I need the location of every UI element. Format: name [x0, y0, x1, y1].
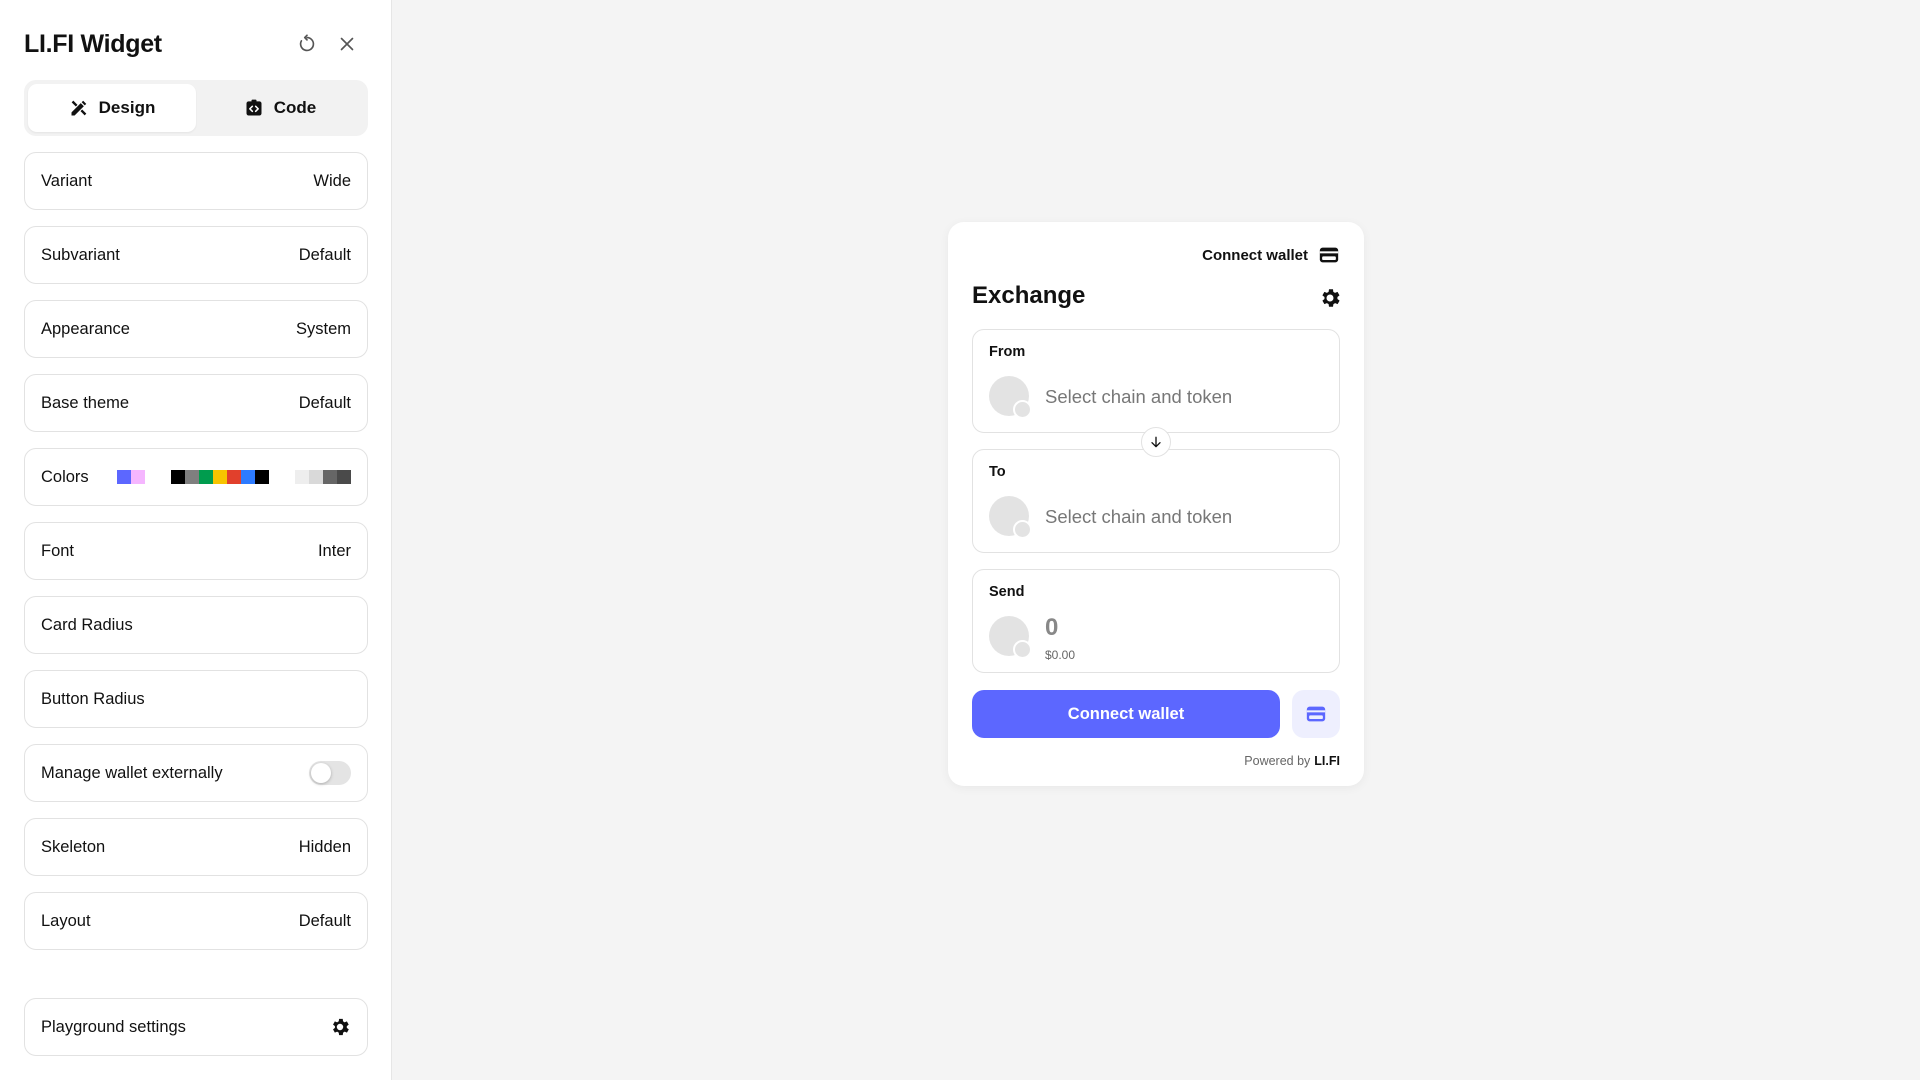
sidebar-title: LI.FI Widget [24, 29, 162, 58]
option-card-radius[interactable]: Card Radius [24, 596, 368, 654]
reset-icon [299, 34, 315, 52]
option-value: Default [298, 245, 351, 264]
from-token-card[interactable]: From Select chain and token [972, 329, 1340, 433]
option-label: Colors [41, 467, 89, 486]
color-swatch [323, 470, 337, 484]
connect-wallet-header-label: Connect wallet [1202, 246, 1308, 264]
color-swatch [295, 470, 309, 484]
send-amount-input[interactable]: 0 [1045, 614, 1058, 642]
wallet-button[interactable] [1292, 690, 1340, 738]
option-label: Button Radius [41, 689, 145, 708]
close-icon [340, 37, 354, 51]
option-label: Manage wallet externally [41, 763, 223, 782]
option-font[interactable]: Font Inter [24, 522, 368, 580]
brand-logo: LI.FI [1314, 754, 1340, 768]
option-variant[interactable]: Variant Wide [24, 152, 368, 210]
color-swatch [131, 470, 145, 484]
send-token-avatar [989, 616, 1032, 659]
option-value: System [295, 319, 351, 338]
color-swatch [227, 470, 241, 484]
option-label: Card Radius [41, 615, 133, 634]
sidebar: LI.FI Widget Design Code Variant Wide Su… [0, 0, 392, 1080]
tab-code-label: Code [273, 98, 317, 117]
color-swatch [185, 470, 199, 484]
tab-code[interactable]: Code [196, 84, 364, 132]
color-swatch [213, 470, 227, 484]
color-swatch [199, 470, 213, 484]
option-appearance[interactable]: Appearance System [24, 300, 368, 358]
tab-bar: Design Code [24, 80, 368, 136]
widget-title: Exchange [972, 282, 1086, 309]
color-swatches [117, 470, 351, 484]
to-label: To [989, 464, 1006, 480]
option-subvariant[interactable]: Subvariant Default [24, 226, 368, 284]
reset-button[interactable] [287, 24, 327, 64]
option-label: Subvariant [41, 245, 120, 264]
option-value: Default [298, 393, 351, 412]
tab-design-label: Design [98, 98, 156, 117]
sidebar-header: LI.FI Widget [24, 24, 367, 64]
toggle-knob [311, 763, 331, 783]
from-token-avatar [989, 376, 1032, 419]
to-token-card[interactable]: To Select chain and token [972, 449, 1340, 553]
settings-gear-icon[interactable] [1318, 286, 1342, 310]
send-label: Send [989, 584, 1025, 600]
option-value: Wide [313, 171, 351, 190]
option-manage-wallet: Manage wallet externally [24, 744, 368, 802]
option-label: Skeleton [41, 837, 106, 856]
option-layout[interactable]: Layout Default [24, 892, 368, 950]
swatch-group-grays [295, 470, 351, 484]
color-swatch [309, 470, 323, 484]
option-label: Appearance [41, 319, 130, 338]
option-base-theme[interactable]: Base theme Default [24, 374, 368, 432]
manage-wallet-toggle[interactable] [309, 761, 351, 785]
color-swatch [337, 470, 351, 484]
color-swatch [117, 470, 131, 484]
option-label: Layout [41, 911, 91, 930]
tab-design[interactable]: Design [28, 84, 196, 132]
gear-icon [333, 1018, 349, 1036]
option-value: Inter [317, 541, 351, 560]
design-tools-icon [71, 100, 86, 116]
code-icon [246, 99, 262, 116]
wallet-icon [1319, 247, 1339, 263]
option-value: Default [298, 911, 351, 930]
options-list: Variant Wide Subvariant Default Appearan… [24, 152, 368, 966]
option-label: Variant [41, 171, 93, 190]
connect-wallet-header-button[interactable]: Connect wallet [1202, 240, 1340, 270]
powered-by: Powered by LI.FI [1244, 754, 1340, 768]
playground-settings-button[interactable]: Playground settings [24, 998, 368, 1056]
option-value: Hidden [298, 837, 351, 856]
from-label: From [989, 344, 1026, 360]
swap-direction-button[interactable] [1141, 427, 1171, 457]
option-label: Base theme [41, 393, 130, 412]
send-amount-card[interactable]: Send 0 $0.00 [972, 569, 1340, 673]
swatch-group-primary [117, 470, 145, 484]
from-token-placeholder: Select chain and token [1045, 386, 1233, 407]
close-button[interactable] [327, 24, 367, 64]
to-token-placeholder: Select chain and token [1045, 506, 1233, 527]
chain-badge [1013, 520, 1032, 539]
connect-wallet-button[interactable]: Connect wallet [972, 690, 1280, 738]
powered-by-text: Powered by [1244, 754, 1311, 768]
exchange-widget: Connect wallet Exchange From Select chai… [948, 222, 1364, 786]
wallet-icon [1306, 706, 1326, 722]
swatch-group-palette [171, 470, 269, 484]
playground-settings-label: Playground settings [41, 1017, 186, 1036]
arrow-down-icon [1151, 436, 1161, 448]
to-token-avatar [989, 496, 1032, 539]
chain-badge [1013, 400, 1032, 419]
option-button-radius[interactable]: Button Radius [24, 670, 368, 728]
color-swatch [171, 470, 185, 484]
option-colors[interactable]: Colors [24, 448, 368, 506]
chain-badge [1013, 640, 1032, 659]
color-swatch [241, 470, 255, 484]
option-skeleton[interactable]: Skeleton Hidden [24, 818, 368, 876]
color-swatch [255, 470, 269, 484]
option-label: Font [41, 541, 75, 560]
send-amount-usd: $0.00 [1045, 648, 1076, 662]
